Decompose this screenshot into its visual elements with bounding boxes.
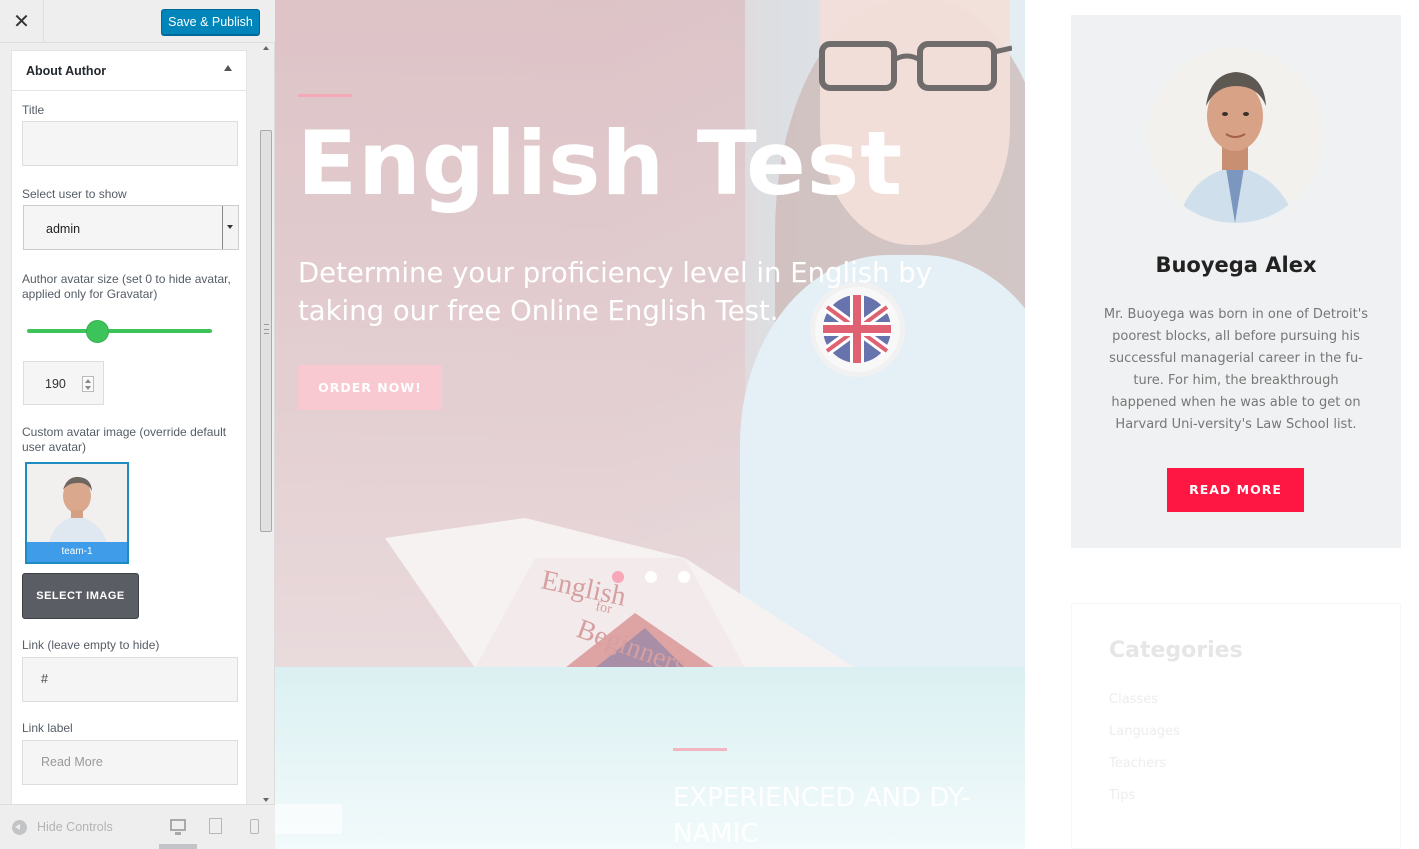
custom-avatar-label: Custom avatar image (override default us… [22, 425, 227, 454]
site-preview: English for Beginners English Test Deter… [275, 0, 1419, 849]
image-caption: team-1 [27, 542, 127, 562]
hero-accent-line [298, 94, 352, 97]
link-text-label: Link label [22, 721, 73, 735]
category-link[interactable]: Classes [1109, 692, 1158, 707]
section-title: EXPERIENCED AND DY-NAMIC [673, 783, 971, 849]
features-section: EXPERIENCED AND DY-NAMIC [275, 667, 1025, 849]
scroll-up-icon[interactable] [263, 46, 269, 50]
author-avatar [1148, 48, 1323, 223]
category-link[interactable]: Teachers [1109, 756, 1166, 771]
author-name: Buoyega Alex [1155, 253, 1317, 277]
panel-header[interactable]: About Author [12, 51, 246, 91]
title-field-label: Title [22, 103, 45, 117]
about-author-panel: About Author Title Select user to show a… [11, 50, 247, 810]
user-select-label: Select user to show [22, 187, 127, 201]
section-accent-line [673, 748, 727, 751]
user-select[interactable]: admin [23, 205, 239, 250]
customizer-header: ✕ Save & Publish [0, 0, 275, 43]
customizer-sidebar: ✕ Save & Publish About Author Title Sele… [0, 0, 275, 849]
about-author-widget: Buoyega Alex Mr. Buoyega was born in one… [1071, 15, 1401, 548]
link-label-input[interactable]: Read More [22, 740, 238, 785]
select-image-button[interactable]: SELECT IMAGE [22, 573, 139, 619]
customizer-footer: Hide Controls [0, 804, 275, 849]
author-bio: Mr. Buoyega was born in one of Detroit's… [1103, 307, 1369, 432]
avatar-size-slider-handle[interactable] [85, 320, 109, 343]
avatar-size-value: 190 [45, 377, 66, 391]
tablet-icon[interactable] [209, 818, 222, 834]
desktop-icon[interactable] [170, 819, 186, 835]
scroll-thumb[interactable] [260, 130, 272, 532]
collapse-caret-icon[interactable] [224, 65, 232, 71]
link-label: Link (leave empty to hide) [22, 638, 160, 652]
hero-overlay [275, 0, 1025, 667]
mobile-icon[interactable] [250, 819, 259, 834]
avatar-size-label: Author avatar size (set 0 to hide avatar… [22, 272, 231, 301]
avatar-size-slider-track[interactable] [27, 329, 212, 333]
title-input[interactable] [22, 121, 238, 166]
categories-title: Categories [1109, 638, 1243, 663]
scroll-down-icon[interactable] [263, 798, 269, 802]
user-select-value: admin [46, 222, 81, 236]
slider-dot-2[interactable] [645, 571, 657, 583]
order-now-button[interactable]: ORDER NOW! [298, 365, 442, 410]
avatar-size-input[interactable]: 190 [23, 361, 104, 405]
number-spinner-icon[interactable] [82, 376, 94, 392]
hero-slider: English for Beginners English Test Deter… [275, 0, 1025, 667]
hide-controls-button[interactable]: Hide Controls [37, 820, 113, 834]
panel-title: About Author [26, 64, 107, 78]
panel-scrollbar[interactable] [259, 44, 274, 804]
faint-block [275, 804, 342, 834]
save-publish-button[interactable]: Save & Publish [161, 9, 260, 35]
man-portrait-image [27, 464, 127, 542]
hero-title: English Test [297, 112, 904, 215]
collapse-arrow-icon[interactable] [12, 820, 27, 835]
grip-icon [264, 324, 269, 334]
slider-dot-3[interactable] [678, 571, 690, 583]
category-link[interactable]: Tips [1109, 788, 1135, 803]
category-link[interactable]: Languages [1109, 724, 1180, 739]
categories-widget: Categories Classes Languages Teachers Ti… [1071, 603, 1401, 849]
link-input[interactable]: # [22, 657, 238, 702]
slider-dot-1[interactable] [612, 571, 624, 583]
active-device-indicator [159, 844, 197, 849]
close-icon[interactable]: ✕ [0, 0, 44, 43]
read-more-button[interactable]: READ MORE [1167, 468, 1304, 512]
hero-subtitle: Determine your proficiency level in Engl… [298, 257, 932, 327]
avatar-image-thumbnail[interactable]: team-1 [25, 462, 129, 564]
chevron-down-icon[interactable] [222, 206, 238, 249]
